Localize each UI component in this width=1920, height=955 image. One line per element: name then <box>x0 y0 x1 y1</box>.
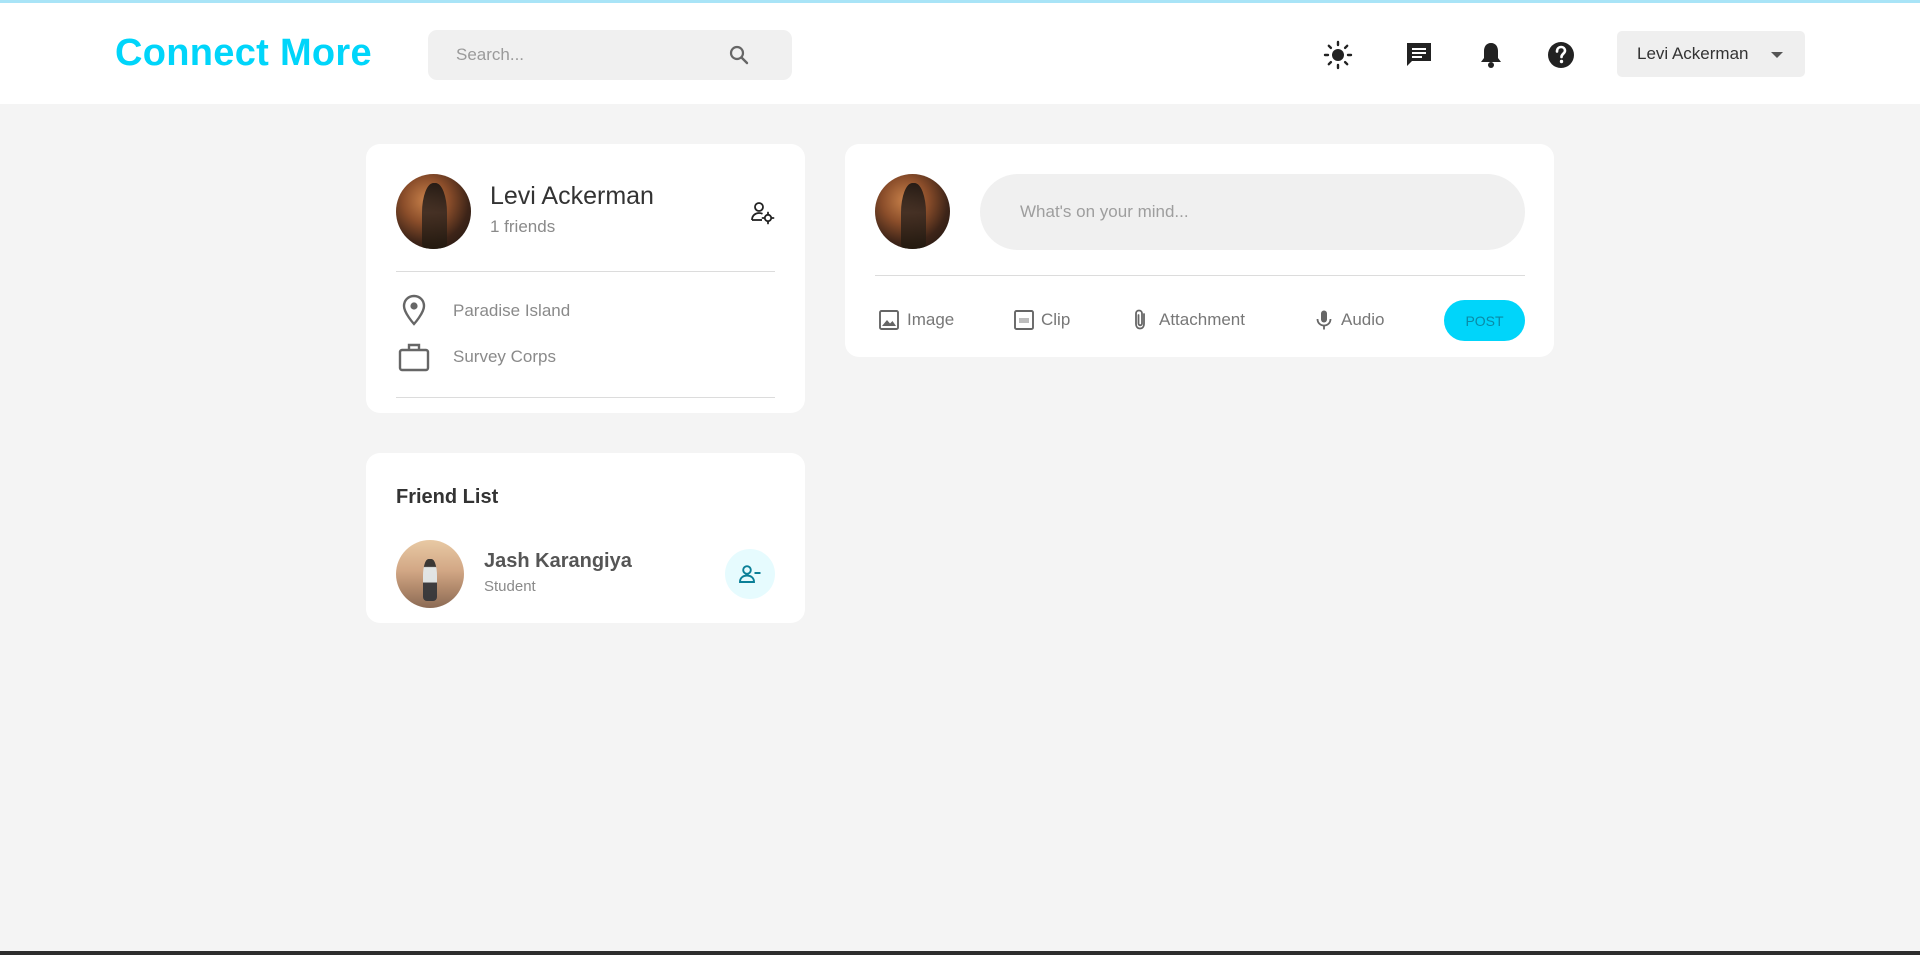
manage-account-icon[interactable] <box>749 199 775 225</box>
avatar-figure <box>900 183 926 249</box>
post-input[interactable] <box>980 174 1525 250</box>
gif-icon <box>1014 310 1034 330</box>
remove-friend-button[interactable] <box>725 549 775 599</box>
clip-action-button[interactable]: Clip <box>1012 308 1077 334</box>
friend-list-title: Friend List <box>396 486 499 508</box>
post-button[interactable]: POST <box>1444 300 1525 341</box>
divider <box>875 275 1525 276</box>
attachment-action-label: Attachment <box>1159 310 1245 329</box>
profile-occupation: Survey Corps <box>453 347 556 366</box>
clip-action-label: Clip <box>1041 310 1071 329</box>
notification-bell-icon[interactable] <box>1476 40 1506 70</box>
composer-avatar[interactable] <box>875 174 950 249</box>
profile-avatar[interactable] <box>396 174 471 249</box>
image-action-button[interactable]: Image <box>877 308 957 334</box>
image-icon <box>879 310 899 330</box>
location-icon <box>402 294 426 326</box>
post-composer-card: Image Clip Attachment Audio POST <box>845 144 1554 357</box>
person-remove-icon <box>739 565 761 583</box>
audio-action-button[interactable]: Audio <box>1312 308 1392 334</box>
search-icon[interactable] <box>727 43 751 67</box>
message-icon[interactable] <box>1404 40 1434 70</box>
avatar-figure <box>421 183 447 249</box>
bottom-edge <box>0 951 1920 955</box>
profile-friends-count: 1 friends <box>490 217 556 236</box>
friend-role: Student <box>484 578 536 595</box>
microphone-icon <box>1316 310 1332 330</box>
friend-avatar[interactable] <box>396 540 464 608</box>
image-action-label: Image <box>907 310 955 329</box>
friend-name[interactable]: Jash Karangiya <box>484 550 632 573</box>
search-input[interactable] <box>456 30 716 80</box>
app-logo[interactable]: Connect More <box>115 32 372 75</box>
caret-down-icon <box>1771 52 1783 58</box>
audio-action-label: Audio <box>1341 310 1385 329</box>
divider <box>396 397 775 398</box>
work-icon <box>398 343 430 372</box>
user-dropdown[interactable]: Levi Ackerman <box>1617 31 1805 77</box>
search-bar <box>428 30 792 80</box>
light-mode-icon[interactable] <box>1323 40 1353 70</box>
divider <box>396 271 775 272</box>
paperclip-icon <box>1135 309 1145 330</box>
avatar-figure <box>423 559 437 602</box>
profile-name[interactable]: Levi Ackerman <box>490 182 654 211</box>
help-icon[interactable] <box>1546 40 1576 70</box>
friend-list-card: Friend List Jash Karangiya Student <box>366 453 805 623</box>
profile-card: Levi Ackerman 1 friends Paradise Island … <box>366 144 805 413</box>
user-dropdown-label: Levi Ackerman <box>1637 44 1749 63</box>
attachment-action-button[interactable]: Attachment <box>1129 308 1259 334</box>
profile-location: Paradise Island <box>453 301 571 320</box>
navbar: Connect More Levi Ackerman <box>0 3 1920 104</box>
